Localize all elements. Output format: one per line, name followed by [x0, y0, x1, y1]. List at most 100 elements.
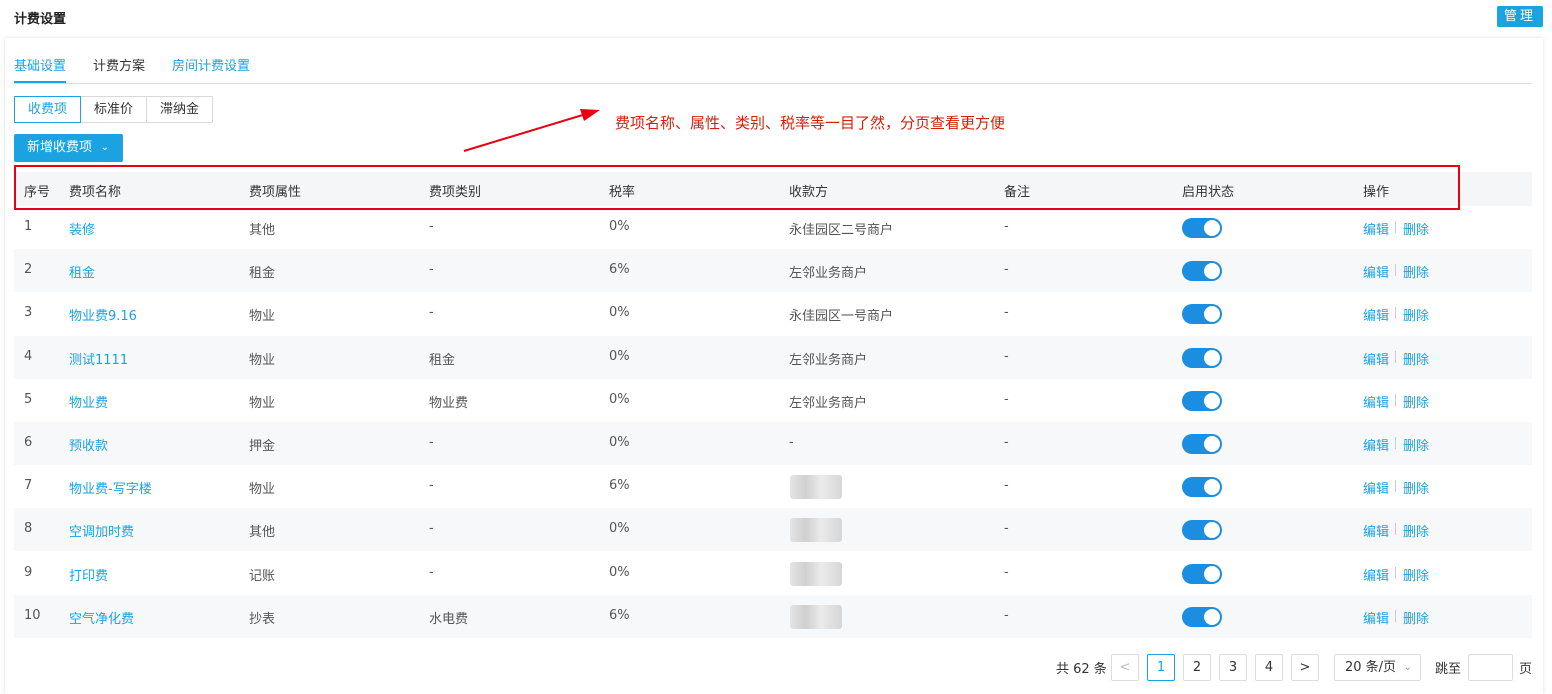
edit-link[interactable]: 编辑 [1363, 565, 1389, 584]
fee-item-attr: 物业 [249, 309, 276, 325]
enable-toggle[interactable] [1182, 477, 1222, 498]
enable-toggle[interactable] [1182, 347, 1222, 368]
fee-item-attr: 其他 [249, 525, 276, 541]
edit-link[interactable]: 编辑 [1363, 478, 1389, 497]
fee-item-name-link[interactable]: 测试1111 [69, 349, 128, 368]
fee-item-name-link[interactable]: 装修 [69, 219, 95, 238]
fee-item-name-link[interactable]: 物业费 [69, 392, 108, 411]
edit-link[interactable]: 编辑 [1363, 305, 1389, 324]
fee-item-remark: - [1004, 391, 1009, 407]
manage-button[interactable]: 管理 [1497, 6, 1543, 27]
tab-basic-settings[interactable]: 基础设置 [14, 55, 67, 83]
fee-item-tax: 0% [609, 521, 630, 537]
delete-link[interactable]: 删除 [1403, 305, 1429, 324]
chevron-down-icon: ⌄ [100, 142, 109, 153]
delete-link[interactable]: 删除 [1403, 608, 1429, 627]
fee-item-category: - [429, 262, 434, 278]
jump-page-input[interactable] [1468, 654, 1513, 681]
enable-toggle[interactable] [1182, 304, 1222, 325]
subtab-fee-items[interactable]: 收费项 [14, 96, 82, 123]
page-size-value: 20 条/页 [1345, 660, 1397, 675]
fee-item-category: - [429, 219, 434, 234]
fee-item-name-link[interactable]: 物业费-写字楼 [69, 478, 152, 497]
edit-link[interactable]: 编辑 [1363, 392, 1389, 411]
fee-item-name-link[interactable]: 预收款 [69, 435, 108, 454]
action-divider [1395, 609, 1396, 622]
fee-item-tax: 0% [609, 435, 630, 450]
enable-toggle[interactable] [1182, 218, 1222, 238]
enable-toggle[interactable] [1182, 520, 1222, 541]
row-number: 8 [24, 521, 33, 537]
fee-item-attr: 物业 [249, 482, 276, 498]
delete-link[interactable]: 删除 [1403, 262, 1429, 281]
page-header: 计费设置 管理 [0, 0, 1552, 34]
delete-link[interactable]: 删除 [1403, 349, 1429, 368]
fee-item-name-link[interactable]: 打印费 [69, 565, 108, 584]
page-size-select[interactable]: 20 条/页 ⌄ [1334, 654, 1421, 681]
table-row: 8 空调加时费 其他 - 0% - 编辑 删除 [14, 508, 1532, 552]
edit-link[interactable]: 编辑 [1363, 262, 1389, 281]
enable-toggle[interactable] [1182, 606, 1222, 627]
enable-toggle[interactable] [1182, 563, 1222, 584]
table-row: 5 物业费 物业 物业费 0% 左邻业务商户 - 编辑 删除 [14, 379, 1532, 422]
enable-toggle[interactable] [1182, 390, 1222, 411]
edit-link[interactable]: 编辑 [1363, 219, 1389, 238]
delete-link[interactable]: 删除 [1403, 392, 1429, 411]
fee-item-category: 租金 [429, 352, 456, 368]
action-divider [1395, 264, 1396, 277]
subtab-standard-price[interactable]: 标准价 [80, 96, 148, 123]
page-button-3[interactable]: 3 [1219, 654, 1247, 681]
fee-item-remark: - [1004, 607, 1009, 623]
delete-link[interactable]: 删除 [1403, 435, 1429, 454]
pagination-total: 共 62 条 [1056, 662, 1107, 677]
tab-billing-plan[interactable]: 计费方案 [93, 55, 145, 83]
fee-item-payee: 左邻业务商户 [789, 395, 868, 411]
fee-item-attr: 记账 [249, 568, 276, 584]
enable-toggle[interactable] [1182, 434, 1222, 454]
action-divider [1395, 480, 1396, 493]
header-highlight-box [14, 165, 1460, 210]
delete-link[interactable]: 删除 [1403, 478, 1429, 497]
tab-room-billing[interactable]: 房间计费设置 [172, 55, 250, 83]
jump-label: 跳至 [1435, 662, 1462, 677]
row-number: 4 [24, 348, 33, 364]
toggle-knob [1204, 522, 1220, 539]
delete-link[interactable]: 删除 [1403, 219, 1429, 238]
fee-item-category: 物业费 [429, 395, 469, 411]
toggle-knob [1204, 436, 1220, 452]
fee-item-tax: 6% [609, 262, 630, 278]
edit-link[interactable]: 编辑 [1363, 435, 1389, 454]
edit-link[interactable]: 编辑 [1363, 521, 1389, 540]
subtab-late-fee[interactable]: 滞纳金 [146, 96, 214, 123]
page-button-2[interactable]: 2 [1183, 654, 1211, 681]
row-number: 10 [24, 607, 41, 623]
fee-item-tax: 0% [609, 348, 630, 364]
fee-item-name-link[interactable]: 空调加时费 [69, 521, 134, 540]
table-row: 6 预收款 押金 - 0% - - 编辑 删除 [14, 422, 1532, 465]
delete-link[interactable]: 删除 [1403, 521, 1429, 540]
delete-link[interactable]: 删除 [1403, 565, 1429, 584]
prev-page-button[interactable]: < [1111, 654, 1139, 681]
action-divider [1395, 566, 1396, 579]
fee-item-name-link[interactable]: 租金 [69, 262, 95, 281]
fee-item-remark: - [1004, 564, 1009, 580]
fee-item-tax: 0% [609, 564, 630, 580]
action-divider [1395, 350, 1396, 363]
add-fee-item-button[interactable]: 新增收费项 ⌄ [14, 134, 123, 162]
row-number: 5 [24, 391, 33, 407]
enable-toggle[interactable] [1182, 261, 1222, 282]
fee-item-payee: 左邻业务商户 [789, 352, 868, 368]
edit-link[interactable]: 编辑 [1363, 608, 1389, 627]
edit-link[interactable]: 编辑 [1363, 349, 1389, 368]
fee-item-payee: 永佳园区二号商户 [789, 223, 894, 238]
fee-item-name-link[interactable]: 空气净化费 [69, 608, 134, 627]
fee-item-category: 水电费 [429, 611, 469, 627]
page-button-1[interactable]: 1 [1147, 654, 1175, 681]
chevron-down-icon: ⌄ [1403, 662, 1412, 673]
row-number: 7 [24, 478, 33, 494]
next-page-button[interactable]: > [1291, 654, 1319, 681]
fee-item-attr: 抄表 [249, 611, 276, 627]
fee-item-name-link[interactable]: 物业费9.16 [69, 305, 137, 324]
page-button-4[interactable]: 4 [1255, 654, 1283, 681]
fee-item-attr: 物业 [249, 395, 276, 411]
